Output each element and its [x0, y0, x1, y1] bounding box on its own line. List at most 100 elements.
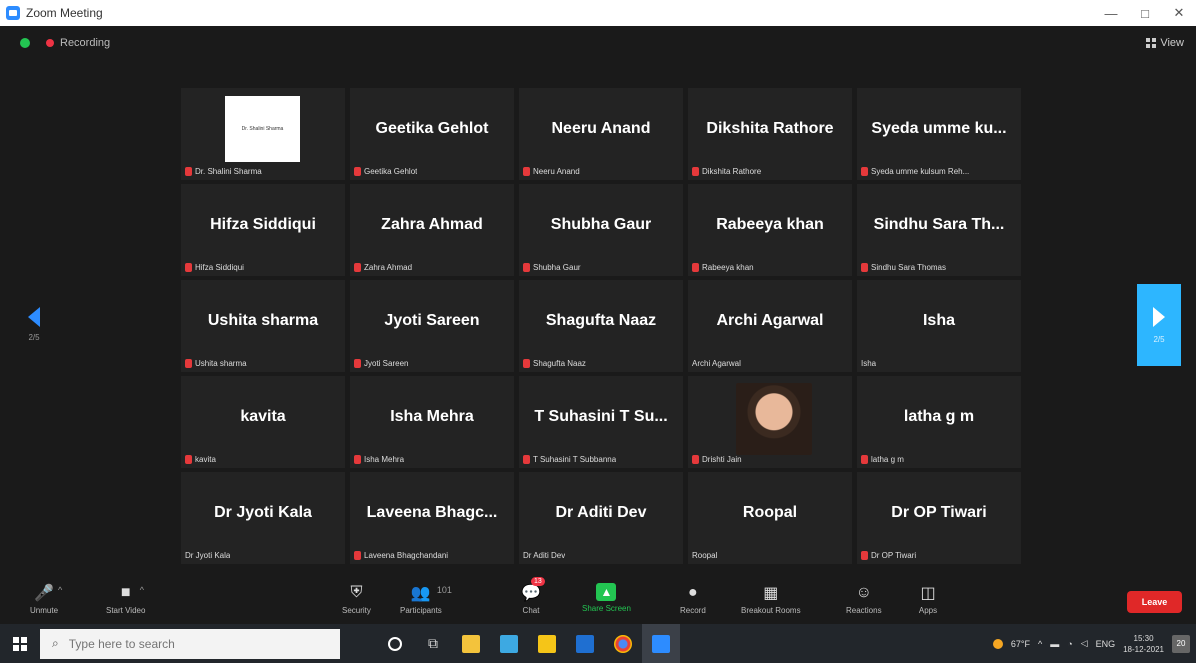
participant-tile[interactable]: Isha Isha: [857, 280, 1021, 372]
participant-tile[interactable]: Archi Agarwal Archi Agarwal: [688, 280, 852, 372]
chat-button[interactable]: 💬 13 Chat: [521, 577, 545, 615]
recording-label[interactable]: Recording: [60, 37, 110, 49]
participant-name-label: kavita: [185, 455, 216, 464]
view-button[interactable]: View: [1146, 37, 1184, 49]
chevron-up-icon[interactable]: ^: [140, 585, 144, 595]
participant-name-text: Dr Aditi Dev: [523, 551, 566, 560]
participant-tile[interactable]: Neeru Anand Neeru Anand: [519, 88, 683, 180]
slide-text: Dr. Shalini Sharma: [241, 126, 284, 132]
taskbar-search[interactable]: ⌕: [40, 628, 340, 659]
participant-tile[interactable]: Syeda umme ku... Syeda umme kulsum Reh...: [857, 88, 1021, 180]
notification-center-button[interactable]: 20: [1172, 634, 1190, 653]
minimize-button[interactable]: —: [1094, 0, 1128, 26]
participant-display-name: Syeda umme ku...: [871, 120, 1007, 137]
temperature[interactable]: 67°F: [1011, 639, 1030, 649]
task-view-icon[interactable]: ⧉: [414, 624, 452, 663]
participants-button[interactable]: 👥 101 Participants: [400, 583, 452, 615]
breakout-rooms-icon: ▦: [763, 585, 779, 602]
participant-tile[interactable]: Ushita sharma Ushita sharma: [181, 280, 345, 372]
participant-tile[interactable]: Sindhu Sara Th... Sindhu Sara Thomas: [857, 184, 1021, 276]
chat-label: Chat: [522, 606, 540, 615]
participant-display-name: Ushita sharma: [207, 312, 319, 329]
participant-tile[interactable]: kavita kavita: [181, 376, 345, 468]
microphone-muted-icon: [523, 167, 530, 176]
chrome-taskbar-icon[interactable]: [604, 624, 642, 663]
taskbar-search-input[interactable]: [68, 636, 289, 651]
participant-display-name: Isha Mehra: [390, 408, 474, 425]
participant-name-label: latha g m: [861, 455, 904, 464]
participant-tile[interactable]: Shubha Gaur Shubha Gaur: [519, 184, 683, 276]
participant-tile[interactable]: Drishti Jain: [688, 376, 852, 468]
participant-tile[interactable]: Rabeeya khan Rabeeya khan: [688, 184, 852, 276]
participant-name-text: latha g m: [871, 455, 904, 464]
language-indicator[interactable]: ENG: [1096, 639, 1116, 649]
participant-display-name: Shubha Gaur: [550, 216, 652, 233]
share-screen-button[interactable]: ▲ Share Screen: [582, 583, 631, 613]
network-icon[interactable]: ◔: [1067, 639, 1072, 649]
participant-tile[interactable]: Shagufta Naaz Shagufta Naaz: [519, 280, 683, 372]
unmute-label: Unmute: [30, 606, 59, 615]
participant-tile[interactable]: Zahra Ahmad Zahra Ahmad: [350, 184, 514, 276]
edge-taskbar-icon[interactable]: [490, 624, 528, 663]
record-button[interactable]: ● Record: [680, 583, 706, 615]
share-screen-label: Share Screen: [582, 604, 631, 613]
participant-tile[interactable]: Dr. Shalini Sharma Dr. Shalini Sharma: [181, 88, 345, 180]
sticky-notes-taskbar-icon[interactable]: [528, 624, 566, 663]
encryption-shield-icon[interactable]: [20, 38, 30, 48]
participants-count: 101: [436, 585, 452, 595]
participant-display-name: Dr OP Tiwari: [891, 504, 987, 521]
participant-tile[interactable]: Dr Aditi Dev Dr Aditi Dev: [519, 472, 683, 564]
weather-icon[interactable]: [992, 638, 1003, 649]
start-button[interactable]: [0, 624, 40, 663]
participant-tile[interactable]: latha g m latha g m: [857, 376, 1021, 468]
participant-tile[interactable]: Dikshita Rathore Dikshita Rathore: [688, 88, 852, 180]
participant-display-name: T Suhasini T Su...: [534, 408, 668, 425]
participant-tile[interactable]: Roopal Roopal: [688, 472, 852, 564]
volume-icon[interactable]: ◁: [1081, 638, 1088, 649]
participant-tile[interactable]: Geetika Gehlot Geetika Gehlot: [350, 88, 514, 180]
battery-icon[interactable]: ▬: [1050, 639, 1059, 649]
participant-name-label: Zahra Ahmad: [354, 263, 412, 272]
unmute-button[interactable]: 🎤 ^ Unmute: [30, 583, 63, 615]
leave-button[interactable]: Leave: [1127, 591, 1182, 613]
start-video-button[interactable]: ■ ^ Start Video: [106, 583, 145, 615]
participant-name-text: Dr OP Tiwari: [871, 551, 917, 560]
participant-tile[interactable]: Dr Jyoti Kala Dr Jyoti Kala: [181, 472, 345, 564]
apps-button[interactable]: ◫ Apps: [918, 583, 938, 615]
clock[interactable]: 15:30 18-12-2021: [1123, 633, 1164, 655]
chevron-up-icon[interactable]: ^: [1038, 639, 1042, 649]
participant-display-name: Jyoti Sareen: [384, 312, 480, 329]
microphone-muted-icon: 🎤 ^: [34, 585, 63, 602]
participant-tile[interactable]: Isha Mehra Isha Mehra: [350, 376, 514, 468]
participant-name-text: Dr. Shalini Sharma: [195, 167, 262, 176]
participant-name-label: Rabeeya khan: [692, 263, 754, 272]
participant-display-name: Shagufta Naaz: [545, 312, 657, 329]
participant-tile[interactable]: Dr OP Tiwari Dr OP Tiwari: [857, 472, 1021, 564]
participant-display-name: latha g m: [903, 408, 975, 425]
security-button[interactable]: ⛨ Security: [342, 583, 371, 615]
breakout-rooms-button[interactable]: ▦ Breakout Rooms: [741, 583, 801, 615]
chat-unread-badge: 13: [531, 577, 545, 586]
maximize-button[interactable]: □: [1128, 0, 1162, 26]
zoom-taskbar-icon[interactable]: [642, 624, 680, 663]
participant-name-label: Isha: [861, 359, 876, 368]
microphone-muted-icon: [692, 263, 699, 272]
chevron-up-icon[interactable]: ^: [58, 585, 62, 595]
reactions-button[interactable]: ☺ Reactions: [846, 583, 882, 615]
recording-dot-icon: [46, 39, 54, 47]
participant-tile[interactable]: T Suhasini T Su... T Suhasini T Subbanna: [519, 376, 683, 468]
previous-page-button[interactable]: 2/5: [24, 307, 44, 357]
file-explorer-taskbar-icon[interactable]: [452, 624, 490, 663]
close-button[interactable]: ✕: [1162, 0, 1196, 26]
participant-display-name: kavita: [240, 408, 286, 425]
participant-tile[interactable]: Hifza Siddiqui Hifza Siddiqui: [181, 184, 345, 276]
participant-name-text: Dikshita Rathore: [702, 167, 762, 176]
next-page-button[interactable]: 2/5: [1137, 284, 1181, 366]
cortana-icon[interactable]: [376, 624, 414, 663]
mail-taskbar-icon[interactable]: [566, 624, 604, 663]
participant-tile[interactable]: Laveena Bhagc... Laveena Bhagchandani: [350, 472, 514, 564]
microphone-muted-icon: [861, 167, 868, 176]
participant-name-text: Neeru Anand: [533, 167, 580, 176]
participant-name-label: Shagufta Naaz: [523, 359, 586, 368]
participant-tile[interactable]: Jyoti Sareen Jyoti Sareen: [350, 280, 514, 372]
